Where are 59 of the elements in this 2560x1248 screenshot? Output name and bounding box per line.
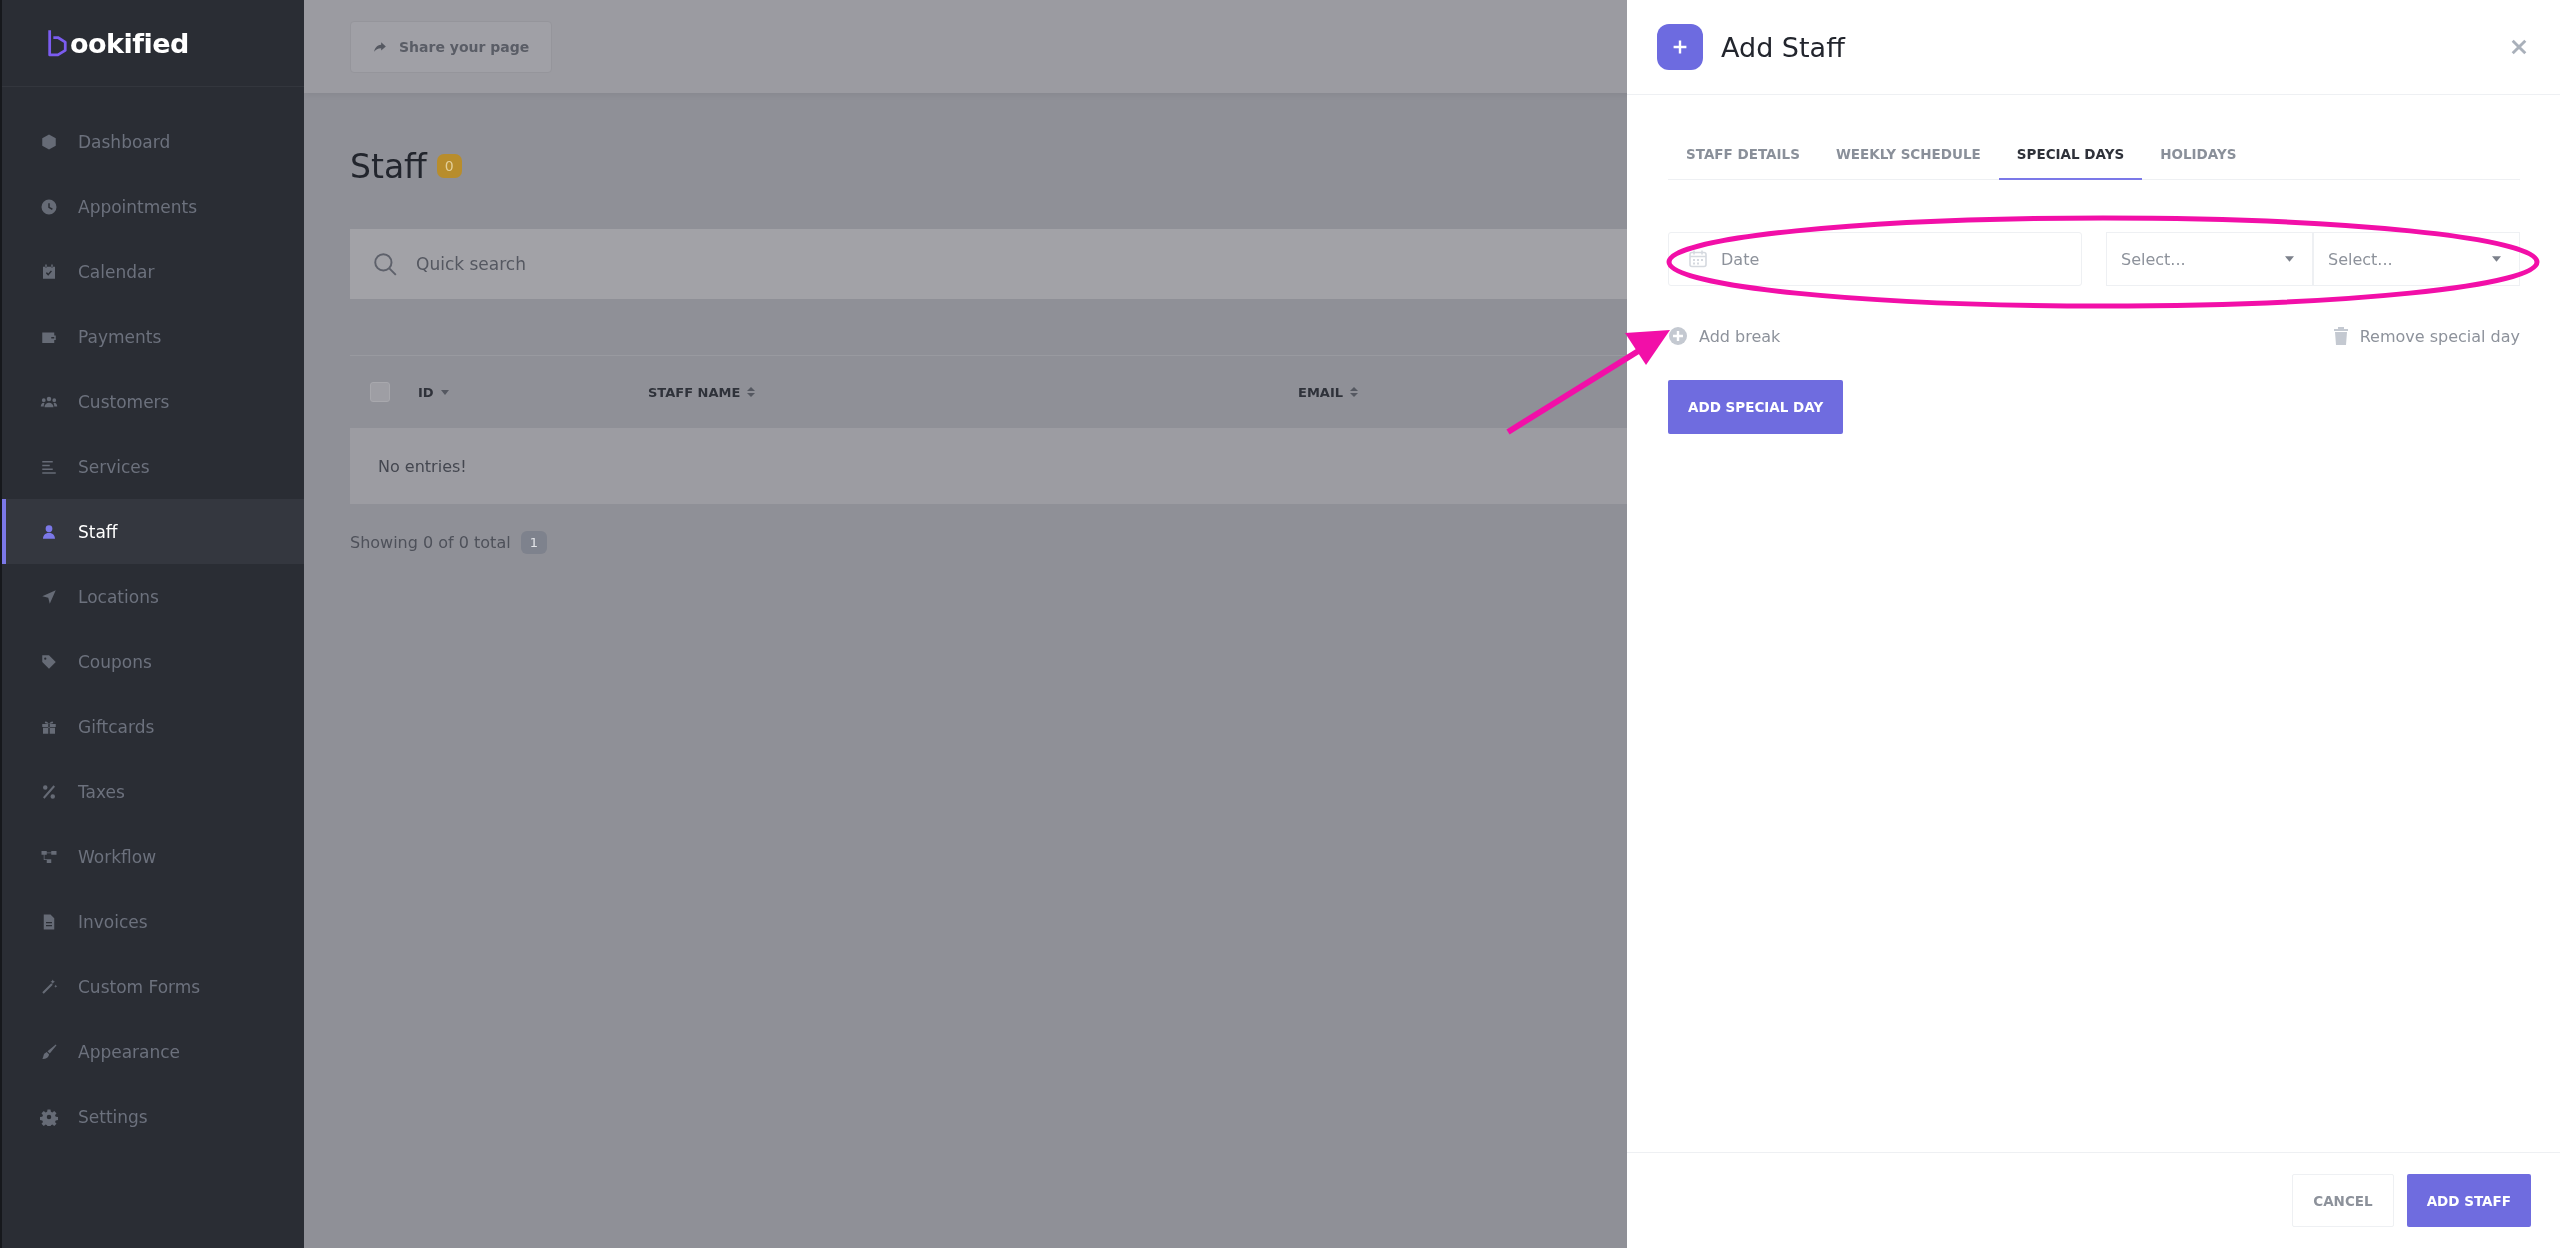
- cancel-button[interactable]: CANCEL: [2292, 1174, 2394, 1227]
- nav-icon: [40, 132, 58, 151]
- nav-icon: [40, 1107, 58, 1126]
- caret-icon: [2285, 256, 2294, 262]
- calendar-icon: [1688, 249, 1708, 269]
- sidebar-item[interactable]: Invoices: [2, 889, 304, 954]
- empty-message: No entries!: [378, 456, 467, 476]
- sidebar-item[interactable]: Custom Forms: [2, 954, 304, 1019]
- time-select[interactable]: Select...: [2313, 232, 2520, 286]
- column-header[interactable]: ID: [418, 384, 648, 400]
- nav-icon: [40, 1042, 58, 1061]
- nav-icon: [40, 587, 58, 606]
- column-header[interactable]: EMAIL: [1298, 384, 1359, 400]
- share-button[interactable]: Share your page: [350, 20, 553, 73]
- tab[interactable]: WEEKLY SCHEDULE: [1817, 129, 1999, 180]
- add-staff-button[interactable]: ADD STAFF: [2406, 1174, 2531, 1227]
- sidebar-item[interactable]: Customers: [2, 369, 304, 434]
- sidebar-item[interactable]: Workflow: [2, 824, 304, 889]
- sidebar-item[interactable]: Giftcards: [2, 694, 304, 759]
- nav-icon: [40, 782, 58, 801]
- close-icon[interactable]: [2510, 38, 2528, 56]
- panel-title: Add Staff: [1721, 31, 1847, 63]
- sidebar-item[interactable]: Calendar: [2, 239, 304, 304]
- page-button[interactable]: 1: [520, 530, 547, 554]
- caret-icon: [2492, 256, 2501, 262]
- sidebar-item[interactable]: Taxes: [2, 759, 304, 824]
- sidebar-item[interactable]: Locations: [2, 564, 304, 629]
- pagination-summary: Showing 0 of 0 total: [350, 532, 511, 552]
- sidebar-item[interactable]: Payments: [2, 304, 304, 369]
- sidebar-item[interactable]: Appointments: [2, 174, 304, 239]
- plus-circle-icon: [1668, 326, 1688, 346]
- logo-icon: [46, 29, 68, 57]
- tab[interactable]: SPECIAL DAYS: [1998, 129, 2143, 180]
- sidebar-item[interactable]: Staff: [2, 499, 304, 564]
- trash-icon: [2332, 326, 2349, 346]
- tab[interactable]: HOLIDAYS: [2142, 129, 2255, 180]
- sidebar-item[interactable]: Appearance: [2, 1019, 304, 1084]
- sidebar-item[interactable]: Services: [2, 434, 304, 499]
- logo-text: ookified: [70, 27, 189, 59]
- add-special-day-button[interactable]: ADD SPECIAL DAY: [1668, 380, 1844, 434]
- nav-icon: [40, 197, 58, 216]
- count-badge: 0: [436, 154, 462, 178]
- sidebar-item[interactable]: Coupons: [2, 629, 304, 694]
- nav-icon: [40, 977, 58, 996]
- time-select[interactable]: Select...: [2106, 232, 2313, 286]
- nav-icon: [40, 522, 58, 541]
- tab[interactable]: STAFF DETAILS: [1668, 129, 1818, 180]
- nav-icon: [40, 262, 58, 281]
- sidebar-item[interactable]: Settings: [2, 1084, 304, 1149]
- add-break-link[interactable]: Add break: [1668, 326, 1781, 346]
- nav-icon: [40, 652, 58, 671]
- sidebar-item[interactable]: Dashboard: [2, 109, 304, 174]
- page-title: Staff: [350, 146, 427, 186]
- remove-special-day-link[interactable]: Remove special day: [2332, 326, 2520, 346]
- column-header[interactable]: STAFF NAME: [648, 384, 1298, 400]
- search-icon: [372, 251, 398, 277]
- date-field[interactable]: Date: [1668, 232, 2082, 286]
- plus-icon: [1657, 24, 1703, 70]
- select-all-checkbox[interactable]: [370, 382, 390, 402]
